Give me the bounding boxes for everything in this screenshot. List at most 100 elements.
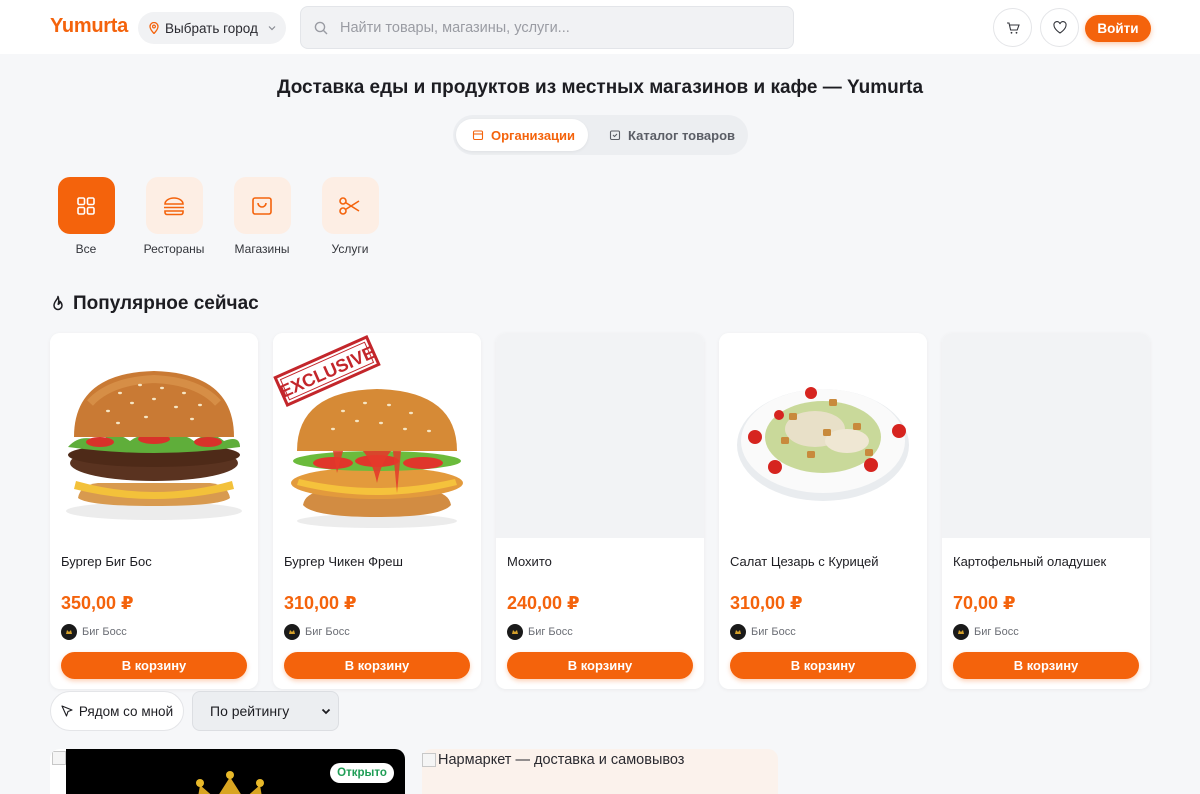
broken-image-icon	[422, 753, 436, 767]
shop-avatar	[730, 624, 746, 640]
broken-image-icon	[52, 751, 66, 765]
product-price: 310,00 ₽	[284, 593, 357, 613]
product-shop[interactable]: Биг Босс	[507, 624, 573, 640]
category-label: Услуги	[331, 242, 369, 256]
add-to-cart-button[interactable]: В корзину	[953, 652, 1139, 679]
category-shops-tile	[233, 177, 291, 234]
product-card[interactable]: Бургер Биг Бос 350,00 ₽ Биг Босс В корзи…	[50, 333, 258, 689]
category-all-tile	[57, 177, 115, 234]
shop-name: Биг Босс	[528, 626, 573, 638]
heart-icon	[1052, 21, 1067, 34]
scissors-icon	[339, 196, 360, 215]
shop-avatar	[284, 624, 300, 640]
product-price: 310,00 ₽	[730, 593, 803, 613]
category-label: Магазины	[234, 242, 290, 256]
category-label: Рестораны	[143, 242, 205, 256]
location-pin-icon	[149, 22, 159, 34]
shop-avatar	[507, 624, 523, 640]
status-badge: Открыто	[330, 763, 394, 783]
sort-selected-value: По рейтингу	[210, 703, 290, 719]
sort-select[interactable]: По рейтингу	[192, 691, 339, 731]
popular-title: Популярное сейчас	[73, 293, 259, 314]
shop-image-alt: Нармаркет — доставка и самовывоз	[422, 752, 684, 768]
shop-logo-icon	[958, 630, 964, 634]
chevron-down-icon	[321, 708, 331, 715]
product-card[interactable]: Картофельный оладушек 70,00 ₽ Биг Босс В…	[942, 333, 1150, 689]
tab-organizations-label: Организации	[491, 127, 576, 143]
cart-button[interactable]	[993, 8, 1032, 47]
catalog-icon	[609, 130, 621, 141]
add-to-cart-button[interactable]: В корзину	[507, 652, 693, 679]
product-shop[interactable]: Биг Босс	[284, 624, 350, 640]
product-image-burger-big-boss[interactable]	[50, 333, 258, 538]
product-price: 240,00 ₽	[507, 593, 580, 613]
shop-image-alt-text: Нармаркет — доставка и самовывоз	[438, 752, 685, 768]
chicken-burger-photo: EXCLUSIVE	[273, 334, 463, 528]
product-image-caesar-salad[interactable]	[719, 333, 927, 538]
product-shop[interactable]: Биг Босс	[61, 624, 127, 640]
category-services[interactable]: Услуги	[310, 177, 390, 256]
product-price: 350,00 ₽	[61, 593, 134, 613]
store-icon	[472, 130, 484, 141]
product-image-placeholder[interactable]	[942, 333, 1150, 538]
category-restaurants-tile	[145, 177, 203, 234]
product-name[interactable]: Мохито	[507, 554, 552, 569]
product-name[interactable]: Бургер Чикен Фреш	[284, 554, 403, 569]
category-all[interactable]: Все	[46, 177, 126, 256]
product-shop[interactable]: Биг Босс	[953, 624, 1019, 640]
tab-catalog-label: Каталог товаров	[628, 127, 736, 143]
category-label: Все	[75, 242, 97, 256]
city-selector[interactable]: Выбрать город	[138, 12, 286, 44]
burger-photo	[66, 371, 242, 520]
product-shop[interactable]: Биг Босс	[730, 624, 796, 640]
tab-catalog[interactable]: Каталог товаров	[593, 119, 743, 151]
popular-section-title: Популярное сейчас	[50, 293, 259, 315]
product-card[interactable]: Салат Цезарь с Курицей 310,00 ₽ Биг Босс…	[719, 333, 927, 689]
product-name[interactable]: Картофельный оладушек	[953, 554, 1106, 569]
top-header: Yumurta Выбрать город Войти	[0, 0, 1200, 54]
shop-logo-icon	[512, 630, 518, 634]
salad-photo	[737, 387, 909, 501]
shop-logo-icon	[735, 630, 741, 634]
navigation-arrow-icon	[61, 705, 73, 717]
shop-name: Биг Босс	[974, 626, 1019, 638]
chevron-down-icon	[268, 26, 276, 31]
product-name[interactable]: Салат Цезарь с Курицей	[730, 554, 879, 569]
category-services-tile	[321, 177, 379, 234]
logo[interactable]: Yumurta	[50, 15, 128, 38]
product-image-placeholder[interactable]	[496, 333, 704, 538]
search-icon	[314, 21, 328, 34]
product-card[interactable]: Мохито 240,00 ₽ Биг Босс В корзину	[496, 333, 704, 689]
shopping-bag-icon	[252, 196, 272, 215]
category-restaurants[interactable]: Рестораны	[134, 177, 214, 256]
view-tabs: Организации Каталог товаров	[453, 115, 748, 155]
search-bar[interactable]	[300, 6, 794, 49]
cart-icon	[1006, 21, 1020, 34]
add-to-cart-button[interactable]: В корзину	[61, 652, 247, 679]
fire-icon	[53, 295, 63, 311]
add-to-cart-button[interactable]: В корзину	[284, 652, 470, 679]
grid-icon	[77, 196, 95, 215]
shop-avatar	[61, 624, 77, 640]
add-to-cart-button[interactable]: В корзину	[730, 652, 916, 679]
shop-card[interactable]: Нармаркет — доставка и самовывоз	[422, 749, 778, 794]
shop-avatar	[953, 624, 969, 640]
page-title: Доставка еды и продуктов из местных мага…	[276, 77, 924, 98]
product-name[interactable]: Бургер Биг Бос	[61, 554, 152, 569]
city-label: Выбрать город	[165, 20, 258, 36]
shop-name: Биг Босс	[305, 626, 350, 638]
shop-name: Биг Босс	[82, 626, 127, 638]
near-me-label: Рядом со мной	[78, 703, 174, 719]
shop-logo-icon	[66, 630, 72, 634]
burger-icon	[164, 196, 184, 215]
product-price: 70,00 ₽	[953, 593, 1016, 613]
near-me-button[interactable]: Рядом со мной	[50, 691, 184, 731]
category-shops[interactable]: Магазины	[222, 177, 302, 256]
tab-organizations[interactable]: Организации	[456, 119, 588, 151]
product-card[interactable]: EXCLUSIVE Бургер Чикен Фреш 310,00 ₽ Биг…	[273, 333, 481, 689]
product-image-chicken-fresh[interactable]: EXCLUSIVE	[273, 333, 481, 538]
shop-logo-icon	[289, 630, 295, 634]
search-input[interactable]	[340, 19, 760, 36]
favorites-button[interactable]	[1040, 8, 1079, 47]
login-button[interactable]: Войти	[1085, 15, 1151, 42]
